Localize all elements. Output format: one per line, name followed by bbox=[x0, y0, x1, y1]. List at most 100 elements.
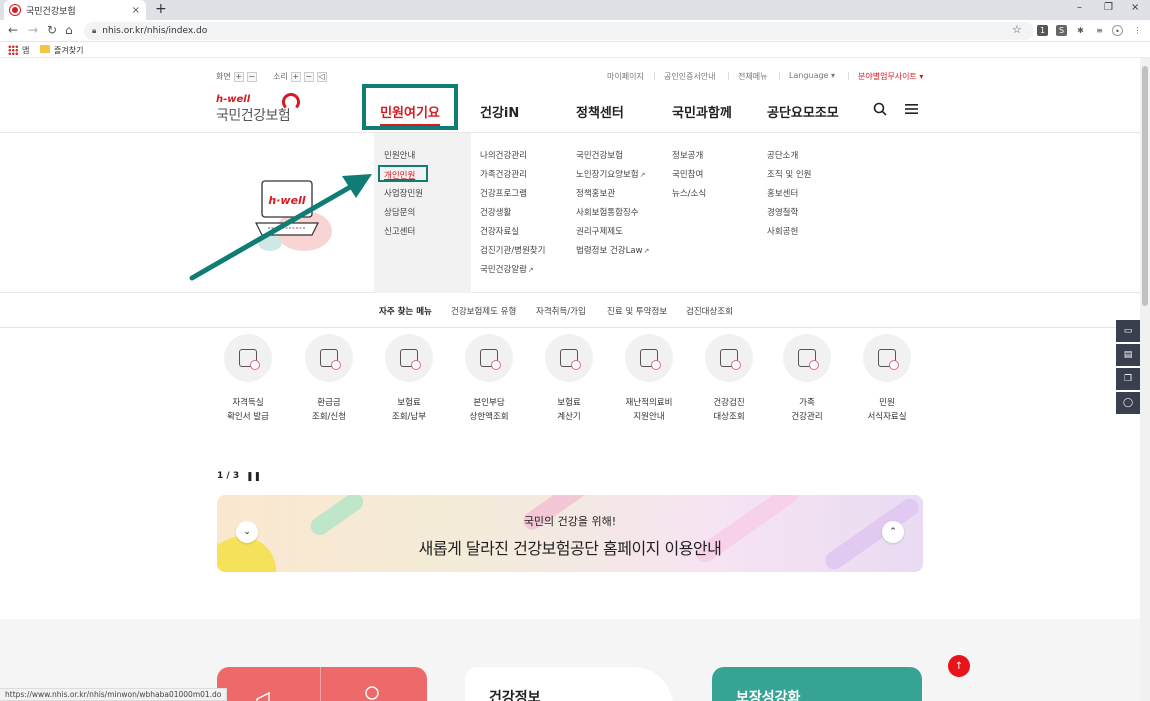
page-scrollbar[interactable] bbox=[1140, 58, 1150, 701]
bookmark-folder[interactable]: 즐겨찾기 bbox=[54, 45, 83, 56]
volume-up-button[interactable]: + bbox=[290, 71, 301, 82]
gnb-item-policy-center[interactable]: 정책센터 bbox=[576, 102, 624, 121]
chat-icon[interactable]: ◯ bbox=[1116, 392, 1140, 414]
zoom-out-button[interactable]: − bbox=[246, 71, 257, 82]
chevron-down-icon[interactable]: ⌄ bbox=[236, 521, 258, 543]
gnb-item-health-in[interactable]: 건강iN bbox=[480, 102, 519, 121]
profile-icon[interactable]: • bbox=[1112, 25, 1123, 36]
apps-grid-icon[interactable] bbox=[8, 45, 18, 55]
health-info-card[interactable]: 건강정보 bbox=[465, 667, 673, 701]
restore-button[interactable]: ❐ bbox=[1104, 2, 1113, 13]
search-icon[interactable] bbox=[873, 102, 887, 116]
folder-icon bbox=[40, 45, 50, 53]
menu-nhi[interactable]: 국민건강보험 bbox=[576, 149, 623, 161]
speaker-icon[interactable]: ◁ bbox=[316, 71, 327, 82]
menu-health-program[interactable]: 건강프로그램 bbox=[480, 187, 527, 199]
bookmark-star-icon[interactable]: ☆ bbox=[1012, 23, 1022, 36]
frequent-qualification[interactable]: 자격취득/가입 bbox=[536, 305, 586, 317]
extension-1-icon[interactable]: 1 bbox=[1037, 25, 1048, 36]
volume-down-button[interactable]: − bbox=[303, 71, 314, 82]
menu-social-contribution[interactable]: 사회공헌 bbox=[767, 225, 798, 237]
service-forms-archive[interactable]: 민원 서식자료실 bbox=[852, 334, 922, 424]
menu-info-disclosure[interactable]: 정보공개 bbox=[672, 149, 703, 161]
menu-rights-relief[interactable]: 권리구제제도 bbox=[576, 225, 623, 237]
menu-news[interactable]: 뉴스/소식 bbox=[672, 187, 706, 199]
gnb-item-minwon-highlighted[interactable]: 민원여기요 bbox=[362, 84, 458, 130]
kebab-menu-icon[interactable]: ⋮ bbox=[1132, 25, 1143, 36]
quick-link-icon[interactable]: ▭ bbox=[1116, 320, 1140, 342]
main-banner[interactable]: 국민의 건강을 위해! 새롭게 달라진 건강보험공단 홈페이지 이용안내 ⌄ ⌃ bbox=[217, 495, 923, 572]
menu-policy-pr[interactable]: 정책홍보관 bbox=[576, 187, 615, 199]
frequent-checkup-target[interactable]: 검진대상조회 bbox=[686, 305, 733, 317]
family-site-select[interactable]: 분야별업무사이트 ▾ bbox=[858, 71, 923, 82]
close-window-button[interactable]: × bbox=[1131, 2, 1139, 13]
menu-business-minwon[interactable]: 사업장민원 bbox=[384, 187, 423, 199]
service-checkup-target[interactable]: 건강검진 대상조회 bbox=[694, 334, 764, 424]
menu-ltc-insurance[interactable]: 노인장기요양보험↗ bbox=[576, 168, 645, 180]
menu-find-hospital[interactable]: 검진기관/병원찾기 bbox=[480, 244, 545, 256]
menu-minwon-guide[interactable]: 민원안내 bbox=[384, 149, 415, 161]
service-label-line2: 조회/납부 bbox=[391, 412, 427, 422]
menu-family-health[interactable]: 가족건강관리 bbox=[480, 168, 527, 180]
full-menu-link[interactable]: 전체메뉴 bbox=[738, 71, 767, 82]
nhis-homepage: 화면 + − 소리 + − ◁ 마이페이지 공인인증서안내 전체메뉴 Langu… bbox=[0, 58, 1140, 701]
menu-health-alarm[interactable]: 국민건강알람↗ bbox=[480, 263, 534, 275]
gnb-item-with-people[interactable]: 국민과함께 bbox=[672, 102, 732, 121]
frequent-treatment-info[interactable]: 진료 및 투약정보 bbox=[607, 305, 667, 317]
back-arrow-icon[interactable]: ← bbox=[8, 23, 18, 37]
url-field[interactable]: 🔒︎ nhis.or.kr/nhis/index.do bbox=[84, 22, 1034, 40]
gnb-item-about[interactable]: 공단요모조모 bbox=[767, 102, 839, 121]
scroll-to-top-button[interactable]: ↑ bbox=[948, 655, 970, 677]
language-select[interactable]: Language ▾ bbox=[789, 71, 835, 80]
zoom-in-button[interactable]: + bbox=[233, 71, 244, 82]
scrollbar-thumb[interactable] bbox=[1142, 66, 1148, 306]
frequent-insurance-types[interactable]: 건강보험제도 유형 bbox=[451, 305, 516, 317]
menu-pr-center[interactable]: 홍보센터 bbox=[767, 187, 798, 199]
service-qualification-certificate[interactable]: 자격득실 확인서 발급 bbox=[213, 334, 283, 424]
certificate-icon bbox=[239, 349, 260, 370]
hamburger-menu-icon[interactable] bbox=[905, 103, 918, 115]
menu-my-health[interactable]: 나의건강관리 bbox=[480, 149, 527, 161]
extension-s-icon[interactable]: S bbox=[1056, 25, 1067, 36]
menu-about-nhis[interactable]: 공단소개 bbox=[767, 149, 798, 161]
service-premium-calculator[interactable]: 보험료 계산기 bbox=[534, 334, 604, 424]
gnb-active-label: 민원여기요 bbox=[380, 106, 440, 121]
menu-integrated-collection[interactable]: 사회보험통합징수 bbox=[576, 206, 639, 218]
menu-personal-minwon-highlighted[interactable]: 개인민원 bbox=[378, 165, 428, 182]
minimize-button[interactable]: – bbox=[1077, 2, 1082, 13]
copy-icon[interactable]: ❐ bbox=[1116, 368, 1140, 390]
coverage-card[interactable]: 보장성강화 bbox=[712, 667, 922, 701]
chevron-up-icon[interactable]: ⌃ bbox=[882, 521, 904, 543]
puzzle-icon[interactable]: ✱ bbox=[1075, 25, 1086, 36]
reload-icon[interactable]: ↻ bbox=[47, 23, 57, 37]
divider bbox=[728, 72, 729, 80]
service-copay-limit[interactable]: 본인부담 상한액조회 bbox=[454, 334, 524, 424]
service-family-health[interactable]: 가족 건강관리 bbox=[772, 334, 842, 424]
apps-label[interactable]: 앱 bbox=[22, 45, 29, 56]
menu-healthy-life[interactable]: 건강생활 bbox=[480, 206, 511, 218]
home-icon[interactable]: ⌂ bbox=[65, 23, 73, 37]
menu-consultation[interactable]: 상담문의 bbox=[384, 206, 415, 218]
media-icon[interactable]: ≡ bbox=[1094, 25, 1105, 36]
menu-report-center[interactable]: 신고센터 bbox=[384, 225, 415, 237]
red-quick-card[interactable] bbox=[217, 667, 427, 701]
menu-organization[interactable]: 조직 및 인원 bbox=[767, 168, 812, 180]
nhis-logo[interactable]: h-well 국민건강보험 bbox=[216, 93, 300, 125]
menu-health-archive[interactable]: 건강자료실 bbox=[480, 225, 519, 237]
new-tab-button[interactable]: + bbox=[155, 1, 167, 17]
mega-menu-panel: h·well 민원안내 개인민원 사업장민원 상담문의 신고센터 나의건강관리 … bbox=[0, 132, 1140, 293]
carousel-pause-button[interactable]: ❚❚ bbox=[246, 472, 261, 482]
service-refund[interactable]: 환급금 조회/신청 bbox=[294, 334, 364, 424]
service-premium-payment[interactable]: 보험료 조회/납부 bbox=[374, 334, 444, 424]
menu-management-philosophy[interactable]: 경영철학 bbox=[767, 206, 798, 218]
frequent-menu-bar: 자주 찾는 메뉴 건강보험제도 유형 자격취득/가입 진료 및 투약정보 검진대… bbox=[0, 294, 1140, 328]
certificate-guide-link[interactable]: 공인인증서안내 bbox=[664, 71, 716, 82]
menu-health-law[interactable]: 법령정보 건강Law↗ bbox=[576, 244, 649, 256]
mypage-link[interactable]: 마이페이지 bbox=[607, 71, 644, 82]
document-icon[interactable]: ▤ bbox=[1116, 344, 1140, 366]
tab-close-icon[interactable]: × bbox=[132, 5, 140, 16]
forward-arrow-icon[interactable]: → bbox=[28, 23, 38, 37]
menu-participation[interactable]: 국민참여 bbox=[672, 168, 703, 180]
service-catastrophic-medical[interactable]: 재난적의료비 지원안내 bbox=[614, 334, 684, 424]
browser-tab[interactable]: 국민건강보험 × bbox=[4, 0, 146, 20]
